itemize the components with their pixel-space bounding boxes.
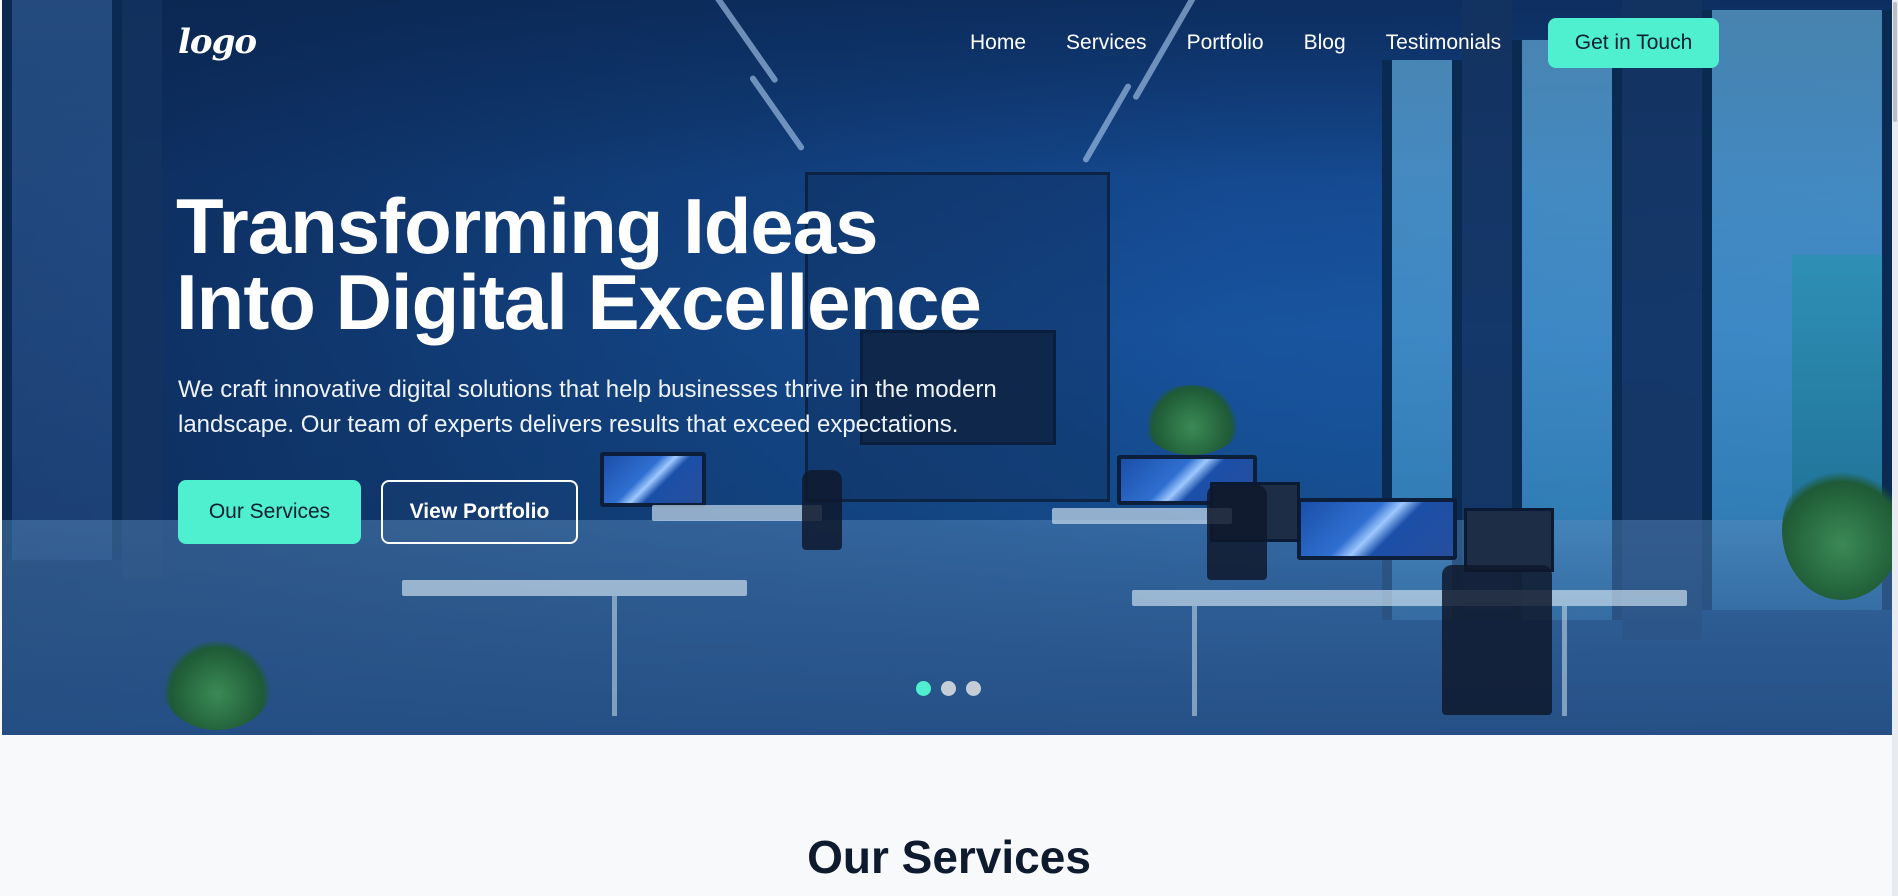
office-chair bbox=[1207, 485, 1267, 580]
nav-item-testimonials[interactable]: Testimonials bbox=[1386, 30, 1502, 56]
hero-section bbox=[2, 0, 1892, 735]
carousel-dot-2[interactable] bbox=[941, 681, 956, 696]
window bbox=[2, 0, 122, 560]
our-services-button[interactable]: Our Services bbox=[178, 480, 361, 544]
services-section-title: Our Services bbox=[807, 831, 1091, 883]
office-desk bbox=[652, 505, 822, 521]
potted-plant bbox=[1142, 385, 1242, 455]
desk-monitor-back bbox=[1464, 508, 1554, 572]
office-desk bbox=[1052, 508, 1232, 524]
nav-item-home[interactable]: Home bbox=[970, 30, 1026, 56]
wall-pillar bbox=[122, 0, 162, 580]
nav-item-services[interactable]: Services bbox=[1066, 30, 1147, 56]
hero-title-line-2: Into Digital Excellence bbox=[176, 258, 982, 346]
potted-plant bbox=[162, 640, 272, 730]
office-chair bbox=[1442, 565, 1552, 715]
potted-plant bbox=[1782, 460, 1892, 600]
view-portfolio-button[interactable]: View Portfolio bbox=[381, 480, 578, 544]
carousel-dots bbox=[916, 681, 981, 696]
hero-title: Transforming Ideas Into Digital Excellen… bbox=[176, 187, 1076, 341]
carousel-dot-3[interactable] bbox=[966, 681, 981, 696]
hero-subtitle: We craft innovative digital solutions th… bbox=[178, 376, 997, 438]
office-chair bbox=[802, 470, 842, 550]
desk-leg bbox=[1192, 606, 1197, 716]
page-scrollbar[interactable] bbox=[1892, 0, 1898, 896]
nav-item-portfolio[interactable]: Portfolio bbox=[1187, 30, 1264, 56]
hero-floor bbox=[2, 520, 1892, 735]
brand-logo[interactable]: logo bbox=[178, 22, 257, 62]
main-nav: Home Services Portfolio Blog Testimonial… bbox=[970, 30, 1541, 56]
carousel-dot-1[interactable] bbox=[916, 681, 931, 696]
hero-title-line-1: Transforming Ideas bbox=[176, 182, 879, 270]
desk-monitor bbox=[1297, 498, 1457, 560]
desk-monitor bbox=[600, 452, 706, 507]
nav-item-blog[interactable]: Blog bbox=[1304, 30, 1346, 56]
scrollbar-thumb[interactable] bbox=[1893, 2, 1897, 122]
get-in-touch-button[interactable]: Get in Touch bbox=[1548, 18, 1719, 68]
office-desk bbox=[402, 580, 747, 596]
desk-leg bbox=[612, 596, 617, 716]
desk-leg bbox=[1562, 606, 1567, 716]
office-desk bbox=[1132, 590, 1687, 606]
